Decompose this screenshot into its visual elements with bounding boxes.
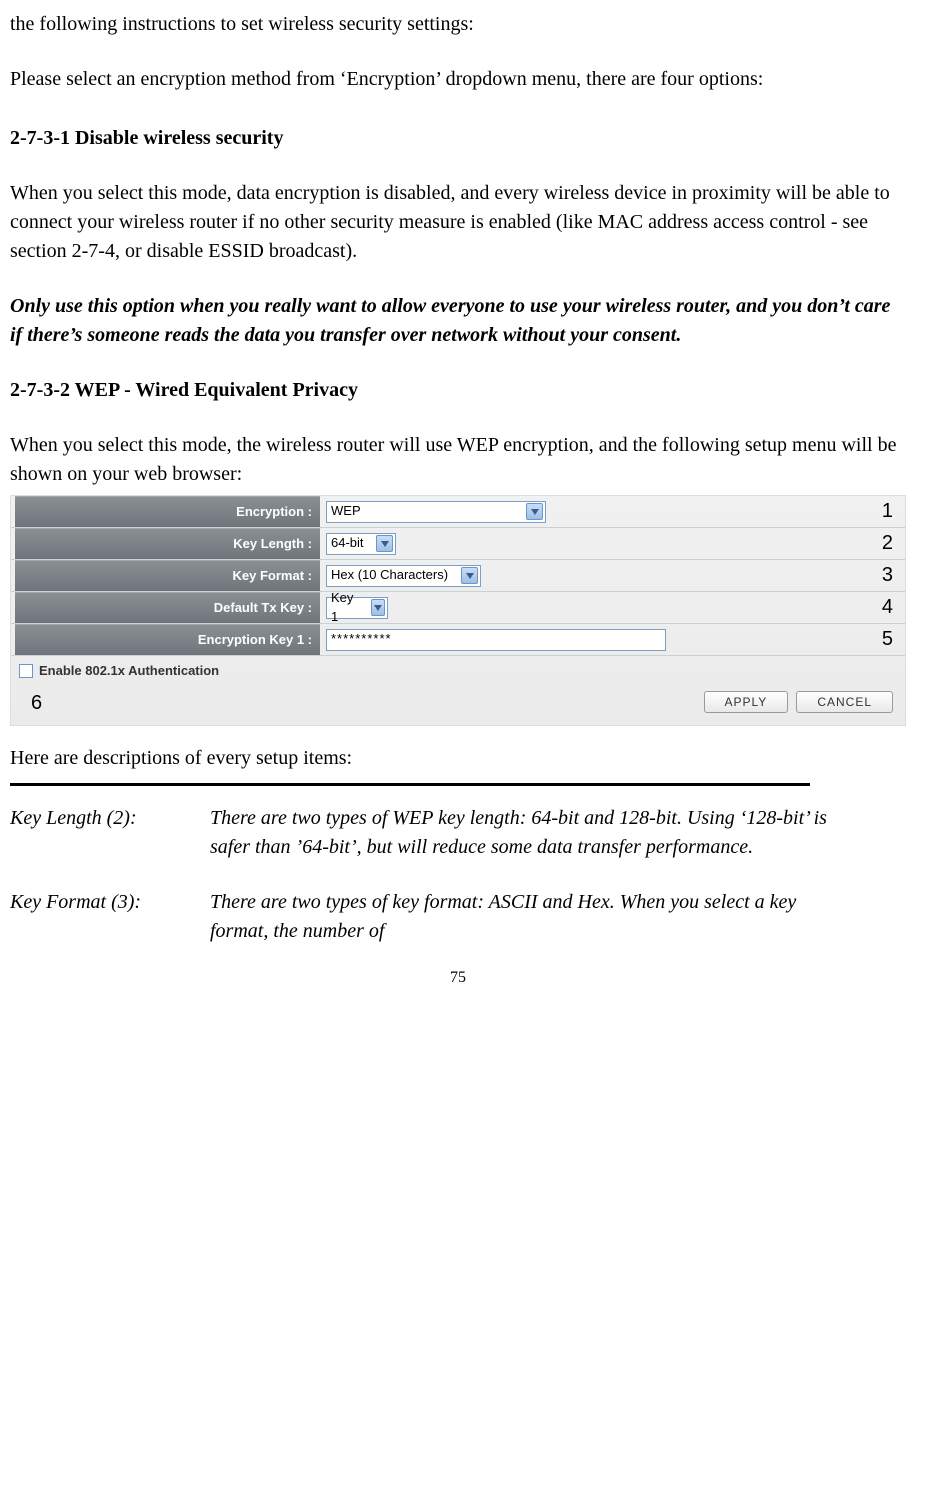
- def-desc-key-format: There are two types of key format: ASCII…: [210, 888, 906, 946]
- key-format-select[interactable]: Hex (10 Characters): [326, 565, 481, 587]
- wep-paragraph: When you select this mode, the wireless …: [10, 431, 906, 489]
- cancel-button[interactable]: CANCEL: [796, 691, 893, 713]
- disable-security-paragraph: When you select this mode, data encrypti…: [10, 179, 906, 266]
- key-length-select[interactable]: 64-bit: [326, 533, 396, 555]
- label-default-tx-key: Default Tx Key :: [15, 592, 320, 623]
- intro-fragment: the following instructions to set wirele…: [10, 10, 906, 39]
- key-length-value: 64-bit: [331, 534, 374, 553]
- label-encryption: Encryption :: [15, 496, 320, 527]
- row-encryption-key-1: Encryption Key 1 : ********** 5: [11, 624, 905, 656]
- row-key-length: Key Length : 64-bit 2: [11, 528, 905, 560]
- row-key-format: Key Format : Hex (10 Characters) 3: [11, 560, 905, 592]
- heading-disable-security: 2-7-3-1 Disable wireless security: [10, 124, 906, 153]
- enable-8021x-row: Enable 802.1x Authentication: [11, 656, 905, 687]
- label-key-length: Key Length :: [15, 528, 320, 559]
- chevron-down-icon[interactable]: [461, 567, 478, 584]
- divider: [10, 783, 810, 786]
- warning-paragraph: Only use this option when you really wan…: [10, 292, 906, 350]
- label-encryption-key-1: Encryption Key 1 :: [15, 624, 320, 655]
- definition-key-format: Key Format (3): There are two types of k…: [10, 888, 906, 946]
- default-tx-key-select[interactable]: Key 1: [326, 597, 388, 619]
- page-number: 75: [10, 966, 906, 989]
- wep-settings-screenshot: Encryption : WEP 1 Key Length : 64-bit 2…: [10, 495, 906, 726]
- def-desc-key-length: There are two types of WEP key length: 6…: [210, 804, 906, 862]
- callout-2: 2: [882, 529, 893, 558]
- chevron-down-icon[interactable]: [526, 503, 543, 520]
- key-format-value: Hex (10 Characters): [331, 566, 458, 585]
- button-row: 6 APPLY CANCEL: [11, 687, 905, 717]
- encryption-value: WEP: [331, 502, 371, 521]
- def-term-key-format: Key Format (3):: [10, 888, 210, 946]
- callout-1: 1: [882, 497, 893, 526]
- definition-key-length: Key Length (2): There are two types of W…: [10, 804, 906, 862]
- enable-8021x-label: Enable 802.1x Authentication: [39, 662, 219, 681]
- chevron-down-icon[interactable]: [376, 535, 393, 552]
- heading-wep: 2-7-3-2 WEP - Wired Equivalent Privacy: [10, 376, 906, 405]
- encryption-select[interactable]: WEP: [326, 501, 546, 523]
- row-encryption: Encryption : WEP 1: [11, 496, 905, 528]
- chevron-down-icon[interactable]: [371, 599, 385, 616]
- def-term-key-length: Key Length (2):: [10, 804, 210, 862]
- encryption-key-input[interactable]: **********: [326, 629, 666, 651]
- callout-6: 6: [31, 689, 42, 718]
- row-default-tx-key: Default Tx Key : Key 1 4: [11, 592, 905, 624]
- intro-paragraph-2: Please select an encryption method from …: [10, 65, 906, 94]
- enable-8021x-checkbox[interactable]: [19, 664, 33, 678]
- callout-5: 5: [882, 625, 893, 654]
- descriptions-caption: Here are descriptions of every setup ite…: [10, 744, 906, 773]
- label-key-format: Key Format :: [15, 560, 320, 591]
- default-tx-key-value: Key 1: [331, 589, 369, 627]
- callout-3: 3: [882, 561, 893, 590]
- callout-4: 4: [882, 593, 893, 622]
- apply-button[interactable]: APPLY: [704, 691, 789, 713]
